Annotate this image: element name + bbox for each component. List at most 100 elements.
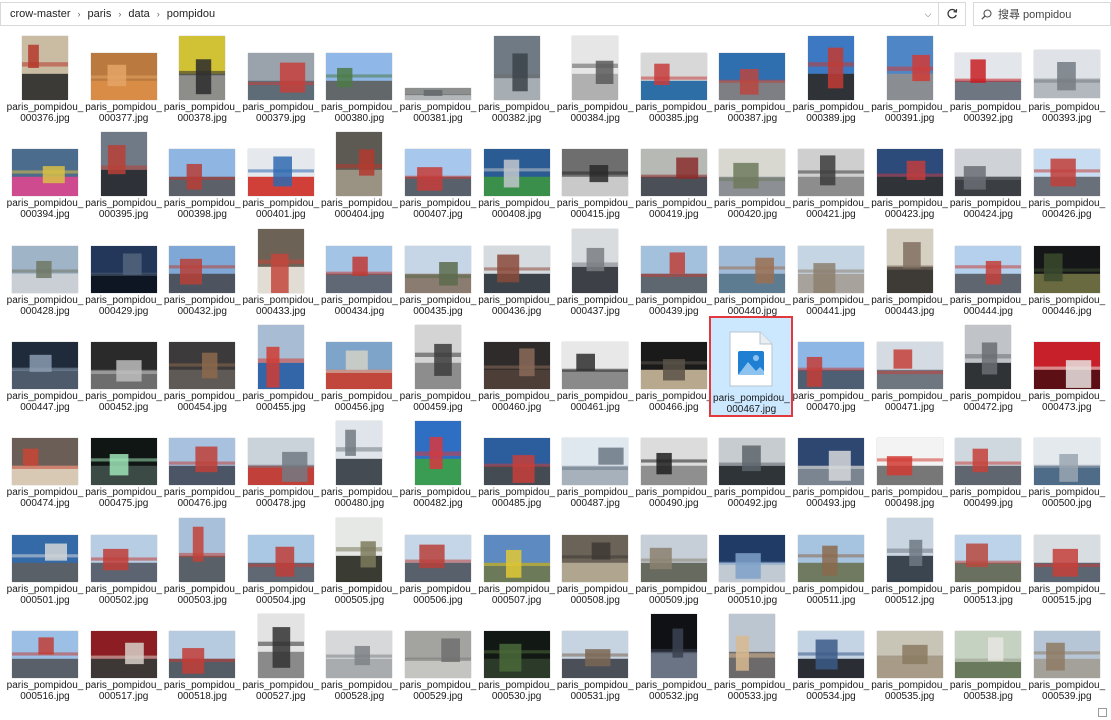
file-item[interactable]: paris_pompidou_000420.jpg <box>713 128 791 222</box>
file-item[interactable]: paris_pompidou_000376.jpg <box>6 32 84 126</box>
file-item[interactable]: paris_pompidou_000510.jpg <box>713 514 791 608</box>
file-item[interactable]: paris_pompidou_000395.jpg <box>85 128 163 222</box>
file-item[interactable]: paris_pompidou_000530.jpg <box>478 610 556 704</box>
file-item[interactable]: paris_pompidou_000454.jpg <box>163 321 241 415</box>
file-item[interactable]: paris_pompidou_000432.jpg <box>163 225 241 319</box>
file-item[interactable]: paris_pompidou_000508.jpg <box>556 514 634 608</box>
file-item[interactable]: paris_pompidou_000482.jpg <box>399 417 477 511</box>
file-item[interactable]: paris_pompidou_000531.jpg <box>556 610 634 704</box>
file-item[interactable]: paris_pompidou_000407.jpg <box>399 128 477 222</box>
file-item[interactable]: paris_pompidou_000480.jpg <box>320 417 398 511</box>
file-item[interactable]: paris_pompidou_000502.jpg <box>85 514 163 608</box>
file-item[interactable]: paris_pompidou_000511.jpg <box>792 514 870 608</box>
refresh-icon[interactable] <box>938 3 965 25</box>
file-item[interactable]: paris_pompidou_000429.jpg <box>85 225 163 319</box>
file-item[interactable]: paris_pompidou_000535.jpg <box>871 610 949 704</box>
file-item[interactable]: paris_pompidou_000381.jpg <box>399 32 477 126</box>
file-item[interactable]: paris_pompidou_000527.jpg <box>242 610 320 704</box>
file-item[interactable]: paris_pompidou_000384.jpg <box>556 32 634 126</box>
file-item[interactable]: paris_pompidou_000500.jpg <box>1028 417 1106 511</box>
file-item[interactable]: paris_pompidou_000404.jpg <box>320 128 398 222</box>
file-item[interactable]: paris_pompidou_000378.jpg <box>163 32 241 126</box>
file-item[interactable]: paris_pompidou_000476.jpg <box>163 417 241 511</box>
file-item[interactable]: paris_pompidou_000487.jpg <box>556 417 634 511</box>
file-item[interactable]: paris_pompidou_000504.jpg <box>242 514 320 608</box>
file-item[interactable]: paris_pompidou_000492.jpg <box>713 417 791 511</box>
file-item[interactable]: paris_pompidou_000455.jpg <box>242 321 320 415</box>
file-item[interactable]: paris_pompidou_000380.jpg <box>320 32 398 126</box>
file-item[interactable]: paris_pompidou_000434.jpg <box>320 225 398 319</box>
file-item[interactable]: paris_pompidou_000424.jpg <box>949 128 1027 222</box>
file-item[interactable]: paris_pompidou_000473.jpg <box>1028 321 1106 415</box>
file-item[interactable]: paris_pompidou_000423.jpg <box>871 128 949 222</box>
file-item[interactable]: paris_pompidou_000528.jpg <box>320 610 398 704</box>
file-item[interactable]: paris_pompidou_000485.jpg <box>478 417 556 511</box>
file-item[interactable]: paris_pompidou_000435.jpg <box>399 225 477 319</box>
file-item[interactable]: paris_pompidou_000437.jpg <box>556 225 634 319</box>
file-item[interactable]: paris_pompidou_000471.jpg <box>871 321 949 415</box>
file-item[interactable]: paris_pompidou_000539.jpg <box>1028 610 1106 704</box>
file-item[interactable]: paris_pompidou_000408.jpg <box>478 128 556 222</box>
file-item[interactable]: paris_pompidou_000501.jpg <box>6 514 84 608</box>
file-item[interactable]: paris_pompidou_000443.jpg <box>871 225 949 319</box>
file-item[interactable]: paris_pompidou_000516.jpg <box>6 610 84 704</box>
file-item[interactable]: paris_pompidou_000506.jpg <box>399 514 477 608</box>
file-item[interactable]: paris_pompidou_000379.jpg <box>242 32 320 126</box>
file-item[interactable]: paris_pompidou_000513.jpg <box>949 514 1027 608</box>
file-item[interactable]: paris_pompidou_000382.jpg <box>478 32 556 126</box>
file-item[interactable]: paris_pompidou_000478.jpg <box>242 417 320 511</box>
breadcrumb-item[interactable]: data <box>128 8 149 20</box>
search-input[interactable]: 搜尋 pompidou <box>998 6 1071 22</box>
file-item[interactable]: paris_pompidou_000421.jpg <box>792 128 870 222</box>
file-item[interactable]: paris_pompidou_000470.jpg <box>792 321 870 415</box>
file-item[interactable]: paris_pompidou_000439.jpg <box>635 225 713 319</box>
file-item[interactable]: paris_pompidou_000452.jpg <box>85 321 163 415</box>
file-item[interactable]: paris_pompidou_000391.jpg <box>871 32 949 126</box>
view-toggle-icon[interactable] <box>1098 708 1107 717</box>
search-box[interactable]: 搜尋 pompidou <box>973 2 1111 26</box>
file-item[interactable]: paris_pompidou_000538.jpg <box>949 610 1027 704</box>
file-item[interactable]: paris_pompidou_000387.jpg <box>713 32 791 126</box>
file-item[interactable]: paris_pompidou_000503.jpg <box>163 514 241 608</box>
file-item[interactable]: paris_pompidou_000460.jpg <box>478 321 556 415</box>
file-item[interactable]: paris_pompidou_000419.jpg <box>635 128 713 222</box>
file-item[interactable]: paris_pompidou_000505.jpg <box>320 514 398 608</box>
file-item[interactable]: paris_pompidou_000392.jpg <box>949 32 1027 126</box>
file-item[interactable]: paris_pompidou_000444.jpg <box>949 225 1027 319</box>
file-item[interactable]: paris_pompidou_000456.jpg <box>320 321 398 415</box>
file-item[interactable]: paris_pompidou_000459.jpg <box>399 321 477 415</box>
file-item[interactable]: paris_pompidou_000466.jpg <box>635 321 713 415</box>
file-item[interactable]: paris_pompidou_000534.jpg <box>792 610 870 704</box>
file-item[interactable]: paris_pompidou_000461.jpg <box>556 321 634 415</box>
breadcrumb-item[interactable]: paris <box>88 8 112 20</box>
breadcrumb-item[interactable]: pompidou <box>167 8 215 20</box>
file-item[interactable]: paris_pompidou_000401.jpg <box>242 128 320 222</box>
file-item[interactable]: paris_pompidou_000517.jpg <box>85 610 163 704</box>
file-item[interactable]: paris_pompidou_000428.jpg <box>6 225 84 319</box>
file-item[interactable]: paris_pompidou_000512.jpg <box>871 514 949 608</box>
address-bar[interactable]: crow-master › paris › data › pompidou ⌵ <box>0 2 966 26</box>
file-item[interactable]: paris_pompidou_000446.jpg <box>1028 225 1106 319</box>
file-item[interactable]: paris_pompidou_000426.jpg <box>1028 128 1106 222</box>
file-item[interactable]: paris_pompidou_000472.jpg <box>949 321 1027 415</box>
file-item[interactable]: paris_pompidou_000440.jpg <box>713 225 791 319</box>
file-item[interactable]: paris_pompidou_000433.jpg <box>242 225 320 319</box>
file-item[interactable]: paris_pompidou_000475.jpg <box>85 417 163 511</box>
file-item[interactable]: paris_pompidou_000529.jpg <box>399 610 477 704</box>
file-item[interactable]: paris_pompidou_000398.jpg <box>163 128 241 222</box>
file-item[interactable]: paris_pompidou_000474.jpg <box>6 417 84 511</box>
file-item[interactable]: paris_pompidou_000532.jpg <box>635 610 713 704</box>
file-item[interactable]: paris_pompidou_000498.jpg <box>871 417 949 511</box>
file-item[interactable]: paris_pompidou_000533.jpg <box>713 610 791 704</box>
file-item[interactable]: paris_pompidou_000447.jpg <box>6 321 84 415</box>
breadcrumb-item[interactable]: crow-master <box>10 8 71 20</box>
chevron-down-icon[interactable]: ⌵ <box>917 3 938 25</box>
file-item[interactable]: paris_pompidou_000436.jpg <box>478 225 556 319</box>
file-item[interactable]: paris_pompidou_000415.jpg <box>556 128 634 222</box>
file-item[interactable]: paris_pompidou_000389.jpg <box>792 32 870 126</box>
file-item[interactable]: paris_pompidou_000385.jpg <box>635 32 713 126</box>
file-item[interactable]: paris_pompidou_000441.jpg <box>792 225 870 319</box>
file-item[interactable]: paris_pompidou_000394.jpg <box>6 128 84 222</box>
file-item[interactable]: paris_pompidou_000509.jpg <box>635 514 713 608</box>
file-item[interactable]: paris_pompidou_000507.jpg <box>478 514 556 608</box>
